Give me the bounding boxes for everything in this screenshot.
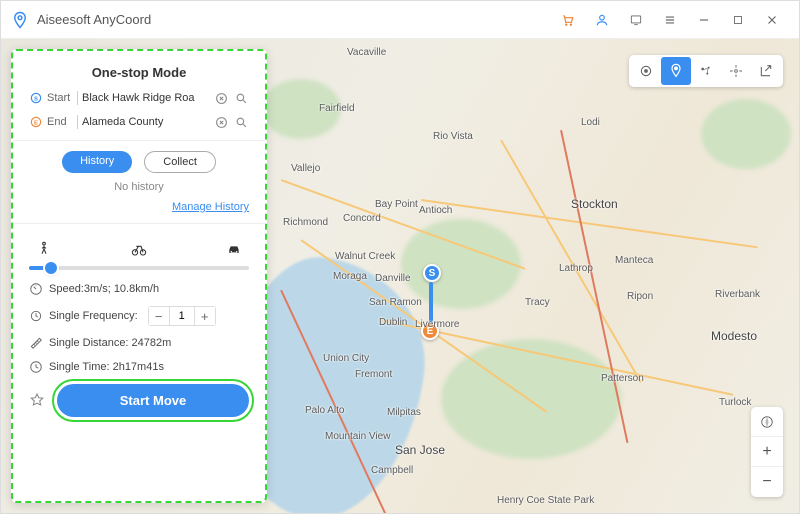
- city-label: Concord: [343, 213, 381, 224]
- speed-row: Speed:3m/s; 10.8km/h: [29, 282, 249, 296]
- city-label: Fremont: [355, 369, 392, 380]
- clock-icon: [29, 360, 43, 374]
- gauge-icon: [29, 282, 43, 296]
- city-label: Rio Vista: [433, 131, 473, 142]
- tab-history[interactable]: History: [62, 151, 132, 173]
- slider-handle[interactable]: [45, 262, 57, 274]
- city-label: Union City: [323, 353, 369, 364]
- history-tabs: History Collect: [29, 151, 249, 173]
- repeat-icon: [29, 309, 43, 323]
- city-label: Vacaville: [347, 47, 386, 58]
- city-label: Mountain View: [325, 431, 390, 442]
- city-label: Palo Alto: [305, 405, 344, 416]
- user-icon[interactable]: [585, 1, 619, 39]
- walk-icon[interactable]: [33, 240, 55, 258]
- city-label: Danville: [375, 273, 411, 284]
- city-label: Modesto: [711, 329, 757, 343]
- svg-text:S: S: [34, 96, 38, 102]
- zoom-controls: + −: [751, 407, 783, 497]
- city-label: Moraga: [333, 271, 367, 282]
- app-logo-icon: [11, 11, 29, 29]
- compass-icon[interactable]: [751, 407, 783, 437]
- city-label: San Jose: [395, 443, 445, 457]
- city-label: Lodi: [581, 117, 600, 128]
- minimize-icon[interactable]: [687, 1, 721, 39]
- city-label: Turlock: [719, 397, 751, 408]
- cart-icon[interactable]: [551, 1, 585, 39]
- tab-collect[interactable]: Collect: [144, 151, 216, 173]
- start-input[interactable]: [82, 92, 209, 104]
- end-pin-icon: E: [29, 115, 43, 129]
- frequency-row: Single Frequency: − +: [29, 306, 249, 326]
- city-label: Manteca: [615, 255, 653, 266]
- city-label: San Ramon: [369, 297, 422, 308]
- start-marker-icon: S: [423, 264, 441, 282]
- city-label: Milpitas: [387, 407, 421, 418]
- city-label: Livermore: [415, 319, 459, 330]
- time-row: Single Time: 2h17m41s: [29, 360, 249, 374]
- city-label: Bay Point: [375, 199, 418, 210]
- city-label: Stockton: [571, 197, 618, 211]
- travel-mode-row: [29, 234, 249, 258]
- zoom-in-button[interactable]: +: [751, 437, 783, 467]
- freq-input[interactable]: [169, 307, 195, 325]
- distance-row: Single Distance: 24782m: [29, 336, 249, 350]
- city-label: Fairfield: [319, 103, 355, 114]
- city-label: Patterson: [601, 373, 644, 384]
- tool-joystick-icon[interactable]: [721, 57, 751, 85]
- tool-multistop-icon[interactable]: [691, 57, 721, 85]
- city-label: Walnut Creek: [335, 251, 395, 262]
- favorite-icon[interactable]: [29, 392, 47, 410]
- city-label: Tracy: [525, 297, 550, 308]
- start-move-button[interactable]: Start Move: [57, 384, 249, 417]
- end-clear-icon[interactable]: [213, 114, 229, 130]
- bike-icon[interactable]: [128, 240, 150, 258]
- svg-text:E: E: [34, 120, 38, 126]
- car-icon[interactable]: [223, 240, 245, 258]
- map-toolbar: [629, 55, 783, 87]
- tool-locate-icon[interactable]: [631, 57, 661, 85]
- manage-history-link[interactable]: Manage History: [29, 201, 249, 213]
- end-location-row: E End: [29, 114, 249, 130]
- start-label: Start: [47, 92, 73, 104]
- end-input[interactable]: [82, 116, 209, 128]
- city-label: Vallejo: [291, 163, 320, 174]
- zoom-out-button[interactable]: −: [751, 467, 783, 497]
- no-history-text: No history: [29, 181, 249, 193]
- start-clear-icon[interactable]: [213, 90, 229, 106]
- close-icon[interactable]: [755, 1, 789, 39]
- city-label: Antioch: [419, 205, 452, 216]
- panel-title: One-stop Mode: [29, 65, 249, 80]
- speed-slider[interactable]: [29, 266, 249, 270]
- city-label: Richmond: [283, 217, 328, 228]
- ruler-icon: [29, 336, 43, 350]
- city-label: Dublin: [379, 317, 407, 328]
- freq-minus-button[interactable]: −: [149, 307, 169, 325]
- city-label: Campbell: [371, 465, 413, 476]
- start-pin-icon: S: [29, 91, 43, 105]
- start-search-icon[interactable]: [233, 90, 249, 106]
- route-panel: One-stop Mode S Start E End History Coll…: [11, 49, 267, 503]
- frequency-stepper: − +: [148, 306, 216, 326]
- freq-plus-button[interactable]: +: [195, 307, 215, 325]
- app-title: Aiseesoft AnyCoord: [37, 12, 551, 27]
- feedback-icon[interactable]: [619, 1, 653, 39]
- end-label: End: [47, 116, 73, 128]
- start-location-row: S Start: [29, 90, 249, 106]
- titlebar: Aiseesoft AnyCoord: [1, 1, 799, 39]
- city-label: Riverbank: [715, 289, 760, 300]
- tool-export-icon[interactable]: [751, 57, 781, 85]
- maximize-icon[interactable]: [721, 1, 755, 39]
- tool-onestop-icon[interactable]: [661, 57, 691, 85]
- city-label: Ripon: [627, 291, 653, 302]
- city-label: Lathrop: [559, 263, 593, 274]
- city-label: Henry Coe State Park: [497, 495, 594, 506]
- menu-icon[interactable]: [653, 1, 687, 39]
- end-search-icon[interactable]: [233, 114, 249, 130]
